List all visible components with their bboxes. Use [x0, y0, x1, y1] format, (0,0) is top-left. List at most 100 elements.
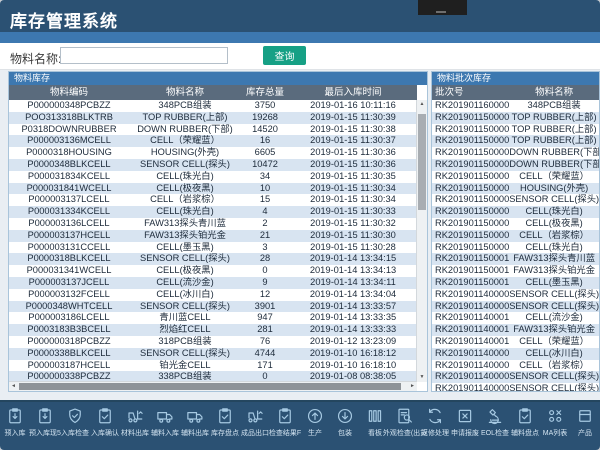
material-stock-panel: 物料库存 物料编码 物料名称 库存总量 最后入库时间 P000000348PCB… — [8, 71, 428, 392]
table-row[interactable]: P000031841WCELL CELL(极夜黑) 10 2019-01-15 … — [9, 183, 417, 195]
cell-material-name: TOP RUBBER(上部) — [509, 124, 599, 136]
cell-batch-no: RK2019011400005 — [432, 360, 509, 372]
x-box-icon — [456, 407, 474, 425]
table-row[interactable]: P000003186LCELL 青川蓝CELL 947 2019-01-14 1… — [9, 312, 417, 324]
table-row[interactable]: P0000318BLKCELL SENSOR CELL(探头) 28 2019-… — [9, 253, 417, 265]
table-row[interactable]: P000000318PCBZZ 318PCB组装 76 2019-01-12 1… — [9, 336, 417, 348]
table-row[interactable]: POO313318BLKTRB TOP RUBBER(上部) 19268 201… — [9, 112, 417, 124]
table-row[interactable]: RK2019011500005 SENSOR CELL(探头) — [432, 194, 599, 206]
cell-material-code: P0000348WHTCELL — [9, 301, 129, 313]
toolbar-item[interactable]: 入库确认 — [90, 407, 120, 450]
toolbar-item[interactable]: 材料出库 — [120, 407, 150, 450]
table-row[interactable]: P0003183B3BCELL 烈焰红CELL 281 2019-01-14 1… — [9, 324, 417, 336]
table-row[interactable]: P000003131CCELL CELL(墨玉黑) 3 2019-01-15 1… — [9, 242, 417, 254]
table-row[interactable]: RK2019011400013 CELL（荣耀蓝） — [432, 336, 599, 348]
table-row[interactable]: RK2019011500001 TOP RUBBER(上部) — [432, 124, 599, 136]
table-row[interactable]: RK2019011500001 TOP RUBBER(上部) — [432, 112, 599, 124]
cell-stock-qty: 19268 — [241, 112, 289, 124]
toolbar-item[interactable]: 生产 — [300, 407, 330, 450]
table-row[interactable]: P0000338BLKCELL SENSOR CELL(探头) 4744 201… — [9, 348, 417, 360]
query-button[interactable]: 查询 — [263, 46, 306, 65]
toolbar-item[interactable]: 成品出口 — [240, 407, 270, 450]
scroll-down-arrow[interactable]: ▼ — [417, 373, 427, 382]
horizontal-scroll-thumb[interactable] — [19, 383, 401, 390]
table-row[interactable]: RK2019011500009 CELL(珠光白) — [432, 242, 599, 254]
table-row[interactable]: RK2019011400005 CELL（岩浆棕） — [432, 360, 599, 372]
cell-stock-qty: 10472 — [241, 159, 289, 171]
table-row[interactable]: P000003137HCELL FAW313探头铂光金 21 2019-01-1… — [9, 230, 417, 242]
table-row[interactable]: P000031334KCELL CELL(珠光白) 4 2019-01-15 1… — [9, 206, 417, 218]
toolbar-item[interactable]: 预入库 — [0, 407, 30, 450]
toolbar-item[interactable]: 包装 — [330, 407, 360, 450]
toolbar-item[interactable]: 产品 — [570, 407, 600, 450]
vertical-scroll-thumb[interactable] — [418, 114, 426, 210]
table-row[interactable]: RK2019011400012 FAW313探头铂光金 — [432, 324, 599, 336]
column-header-qty: 库存总量 — [241, 85, 289, 100]
toolbar-item[interactable]: 库存盘点 — [210, 407, 240, 450]
table-row[interactable]: RK2019011500008 CELL（岩浆棕） — [432, 230, 599, 242]
table-row[interactable]: P0000348WHTCELL SENSOR CELL(探头) 3901 201… — [9, 301, 417, 313]
toolbar-item[interactable]: 申请报废 — [450, 407, 480, 450]
table-row[interactable]: RK2019011500002 DOWN RUBBER(下部) — [432, 147, 599, 159]
table-row[interactable]: P000003137JCELL CELL(流沙金) 9 2019-01-14 1… — [9, 277, 417, 289]
bottom-toolbar: 预入库 预入库现5 入库检查 入库确认 材料出库 辅料入库 — [0, 400, 600, 450]
cell-material-code: P000031841WCELL — [9, 183, 129, 195]
table-row[interactable]: RK2019011600001 348PCB组装 — [432, 100, 599, 112]
batch-stock-rows: RK2019011600001 348PCB组装 RK2019011500001… — [432, 100, 599, 392]
scroll-right-arrow[interactable]: ► — [408, 382, 417, 391]
table-row[interactable]: RK2019011500012 CELL(墨玉黑) — [432, 277, 599, 289]
table-row[interactable]: P000000348PCBZZ 348PCB组装 3750 2019-01-16… — [9, 100, 417, 112]
horizontal-scrollbar[interactable]: ◄ ► — [9, 381, 417, 391]
toolbar-item[interactable]: 辅料出库 — [180, 407, 210, 450]
table-row[interactable]: P0000318HOUSING HOUSING(外壳) 6605 2019-01… — [9, 147, 417, 159]
table-row[interactable]: RK2019011500001 TOP RUBBER(上部) — [432, 135, 599, 147]
table-row[interactable]: P000003137LCELL CELL（岩浆棕） 15 2019-01-15 … — [9, 194, 417, 206]
table-row[interactable]: RK2019011400004 SENSOR CELL(探头) — [432, 383, 599, 392]
toolbar-item[interactable]: 外观检查(出货 — [390, 407, 420, 450]
table-row[interactable]: P0318DOWNRUBBER DOWN RUBBER(下部) 14520 20… — [9, 124, 417, 136]
toolbar-item[interactable]: 辅料盘点 — [510, 407, 540, 450]
table-row[interactable]: P000003136LCELL FAW313探头青川蓝 2 2019-01-15… — [9, 218, 417, 230]
toolbar-item-label: 申请报废 — [451, 428, 479, 438]
toolbar-item[interactable]: 返修处理 — [420, 407, 450, 450]
toolbar-item[interactable]: 辅料入库 — [150, 407, 180, 450]
table-row[interactable]: RK2019011500010 FAW313探头青川蓝 — [432, 253, 599, 265]
table-row[interactable]: RK2019011400004 SENSOR CELL(探头) — [432, 371, 599, 383]
table-row[interactable]: P000003132FCELL CELL(冰川白) 12 2019-01-14 … — [9, 289, 417, 301]
cell-stock-qty: 3901 — [241, 301, 289, 313]
table-row[interactable]: P000003136MCELL CELL（荣耀蓝） 16 2019-01-15 … — [9, 135, 417, 147]
table-row[interactable]: RK2019011400009 SENSOR CELL(探头) — [432, 289, 599, 301]
toolbar-item[interactable]: 入库检查 — [60, 407, 90, 450]
table-row[interactable]: RK2019011500011 FAW313探头铂光金 — [432, 265, 599, 277]
toolbar-item[interactable]: 检查结果F — [270, 407, 300, 450]
toolbar-item[interactable]: EOL检查 — [480, 407, 510, 450]
table-row[interactable]: RK2019011400011 CELL(流沙金) — [432, 312, 599, 324]
cell-last-in-time: 2019-01-14 13:33:57 — [289, 301, 417, 313]
table-row[interactable]: P000003187HCELL 铂光金CELL 171 2019-01-10 1… — [9, 360, 417, 372]
table-row[interactable]: RK2019011500002 DOWN RUBBER(下部) — [432, 159, 599, 171]
table-row[interactable]: RK2019011400007 CELL(冰川白) — [432, 348, 599, 360]
cell-last-in-time: 2019-01-15 11:30:32 — [289, 218, 417, 230]
table-row[interactable]: P000031834KCELL CELL(珠光白) 34 2019-01-15 … — [9, 171, 417, 183]
cell-stock-qty: 76 — [241, 336, 289, 348]
table-row[interactable]: P0000348BLKCELL SENSOR CELL(探头) 10472 20… — [9, 159, 417, 171]
scroll-left-arrow[interactable]: ◄ — [9, 382, 18, 391]
toolbar-item-label: 检查结果F — [269, 428, 301, 438]
cell-batch-no: RK2019011500010 — [432, 253, 509, 265]
cell-material-name: TOP RUBBER(上部) — [509, 112, 599, 124]
clipboard-check-icon — [216, 407, 234, 425]
cell-material-name: DOWN RUBBER(下部) — [129, 124, 241, 136]
vertical-scrollbar[interactable]: ▲ ▼ — [416, 100, 427, 382]
toolbar-item[interactable]: 预入库现5 — [30, 407, 60, 450]
table-row[interactable]: RK2019011500007 CELL(珠光白) — [432, 206, 599, 218]
scroll-up-arrow[interactable]: ▲ — [417, 100, 427, 109]
table-row[interactable]: RK2019011400009 SENSOR CELL(探头) — [432, 301, 599, 313]
table-row[interactable]: P000031341WCELL CELL(极夜黑) 0 2019-01-14 1… — [9, 265, 417, 277]
table-row[interactable]: RK2019011500006 CELL(极夜黑) — [432, 218, 599, 230]
cell-material-name: 青川蓝CELL — [129, 312, 241, 324]
table-row[interactable]: RK2019011500003 HOUSING(外壳) — [432, 183, 599, 195]
toolbar-item[interactable]: MA列表 — [540, 407, 570, 450]
material-name-input[interactable] — [60, 47, 228, 64]
table-row[interactable]: RK2019011500004 CELL（荣耀蓝） — [432, 171, 599, 183]
refresh-icon — [426, 407, 444, 425]
